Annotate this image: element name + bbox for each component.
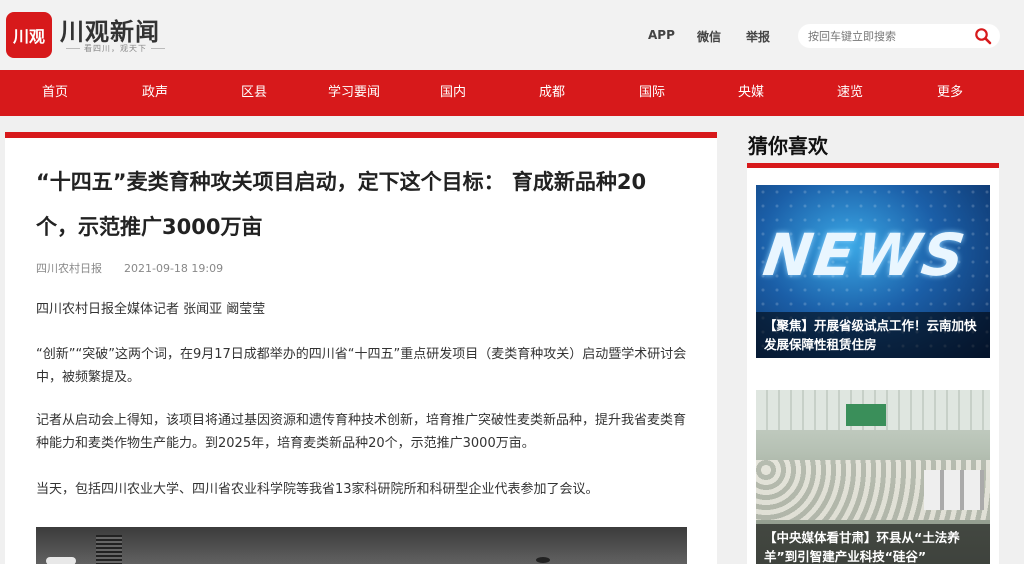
nav-item-world[interactable]: 国际 — [602, 70, 702, 116]
nav-item-politics[interactable]: 政声 — [105, 70, 205, 116]
article-time: 2021-09-18 19:09 — [124, 262, 224, 275]
nav-item-central[interactable]: 央媒 — [701, 70, 801, 116]
report-link[interactable]: 举报 — [746, 28, 770, 45]
recommend-panel: NEWS 【聚焦】开展省级试点工作！云南加快发展保障性租赁住房 【中央媒体看甘肃… — [747, 163, 999, 564]
search-box — [798, 24, 1000, 48]
article-panel: “十四五”麦类育种攻关项目启动，定下这个目标： 育成新品种20个，示范推广300… — [5, 132, 717, 564]
photo-lamp — [46, 557, 76, 564]
card-image-text: NEWS — [759, 221, 971, 289]
nav-item-study[interactable]: 学习要闻 — [304, 70, 404, 116]
recommend-card[interactable]: 【中央媒体看甘肃】环县从“土法养羊”到引智建产业科技“硅谷” — [756, 390, 990, 564]
photo-vent — [96, 535, 122, 564]
article-paragraph: 当天，包括四川农业大学、四川省农业科学院等我省13家科研院所和科研型企业代表参加… — [36, 482, 599, 497]
top-header: 川观 川观新闻 看四川，观天下 APP 微信 举报 — [0, 0, 1024, 70]
article-source[interactable]: 四川农村日报 — [36, 262, 102, 275]
card-image-tanks — [924, 470, 984, 510]
photo-spot — [536, 557, 550, 563]
main-nav: 首页 政声 区县 学习要闻 国内 成都 国际 央媒 速览 更多 — [0, 70, 1024, 116]
search-input[interactable] — [808, 28, 968, 44]
nav-item-home[interactable]: 首页 — [5, 70, 105, 116]
card-image-sign — [846, 404, 886, 426]
logo-text[interactable]: 川观新闻 — [60, 12, 160, 47]
recommend-card[interactable]: NEWS 【聚焦】开展省级试点工作！云南加快发展保障性租赁住房 — [756, 185, 990, 358]
app-link[interactable]: APP — [648, 28, 675, 42]
card-caption[interactable]: 【中央媒体看甘肃】环县从“土法养羊”到引智建产业科技“硅谷” — [756, 524, 990, 564]
search-icon[interactable] — [974, 27, 992, 45]
article-paragraph: “创新”“突破”这两个词，在9月17日成都举办的四川省“十四五”重点研发项目（麦… — [36, 347, 687, 385]
card-caption[interactable]: 【聚焦】开展省级试点工作！云南加快发展保障性租赁住房 — [756, 312, 990, 358]
article-meta: 四川农村日报 2021-09-18 19:09 — [36, 260, 223, 276]
nav-item-counties[interactable]: 区县 — [204, 70, 304, 116]
logo-slogan: 看四川，观天下 — [62, 43, 169, 54]
nav-item-briefs[interactable]: 速览 — [800, 70, 900, 116]
nav-item-more[interactable]: 更多 — [900, 70, 1000, 116]
article-photo — [36, 527, 687, 564]
nav-item-domestic[interactable]: 国内 — [403, 70, 503, 116]
article-title: “十四五”麦类育种攻关项目启动，定下这个目标： 育成新品种20个，示范推广300… — [36, 170, 647, 239]
nav-item-chengdu[interactable]: 成都 — [502, 70, 602, 116]
sidebar-title: 猜你喜欢 — [748, 134, 828, 158]
article-paragraph: 四川农村日报全媒体记者 张闻亚 阚莹莹 — [36, 302, 266, 317]
article-paragraph: 记者从启动会上得知，该项目将通过基因资源和遗传育种技术创新，培育推广突破性麦类新… — [36, 413, 687, 451]
wechat-link[interactable]: 微信 — [697, 28, 721, 45]
logo-mark[interactable]: 川观 — [6, 12, 52, 58]
